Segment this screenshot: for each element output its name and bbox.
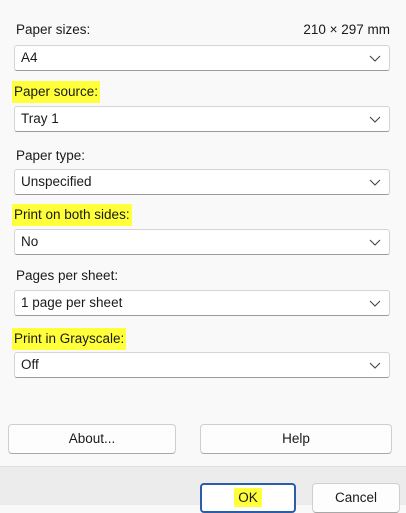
chevron-down-icon bbox=[369, 300, 381, 307]
paper-sizes-select[interactable]: A4 bbox=[14, 45, 390, 71]
paper-source-select[interactable]: Tray 1 bbox=[14, 106, 390, 132]
paper-dimensions: 210 × 297 mm bbox=[303, 22, 390, 37]
paper-type-select[interactable]: Unspecified bbox=[14, 169, 390, 195]
ok-button[interactable]: OK bbox=[200, 483, 296, 513]
paper-sizes-value: A4 bbox=[21, 50, 38, 65]
paper-source-label: Paper source: bbox=[12, 81, 101, 103]
chevron-down-icon bbox=[369, 55, 381, 62]
print-grayscale-value: Off bbox=[21, 357, 39, 372]
print-settings-panel: Paper sizes: 210 × 297 mm A4 Paper sourc… bbox=[0, 0, 406, 455]
paper-source-value: Tray 1 bbox=[21, 111, 59, 126]
ok-button-label: OK bbox=[234, 488, 262, 507]
pages-per-sheet-value: 1 page per sheet bbox=[21, 295, 123, 310]
chevron-down-icon bbox=[369, 116, 381, 123]
pages-per-sheet-label: Pages per sheet: bbox=[16, 268, 119, 283]
paper-type-value: Unspecified bbox=[21, 174, 92, 189]
pages-per-sheet-select[interactable]: 1 page per sheet bbox=[14, 290, 390, 316]
about-button[interactable]: About... bbox=[8, 424, 176, 454]
chevron-down-icon bbox=[369, 179, 381, 186]
print-both-sides-label: Print on both sides: bbox=[12, 204, 132, 226]
chevron-down-icon bbox=[369, 239, 381, 246]
print-grayscale-label: Print in Grayscale: bbox=[12, 328, 127, 350]
print-both-sides-select[interactable]: No bbox=[14, 229, 390, 255]
print-both-sides-value: No bbox=[21, 234, 39, 249]
chevron-down-icon bbox=[369, 362, 381, 369]
cancel-button[interactable]: Cancel bbox=[312, 483, 400, 513]
paper-type-label: Paper type: bbox=[16, 148, 86, 163]
print-grayscale-select[interactable]: Off bbox=[14, 352, 390, 378]
paper-sizes-label: Paper sizes: bbox=[16, 22, 91, 37]
help-button[interactable]: Help bbox=[200, 424, 392, 454]
